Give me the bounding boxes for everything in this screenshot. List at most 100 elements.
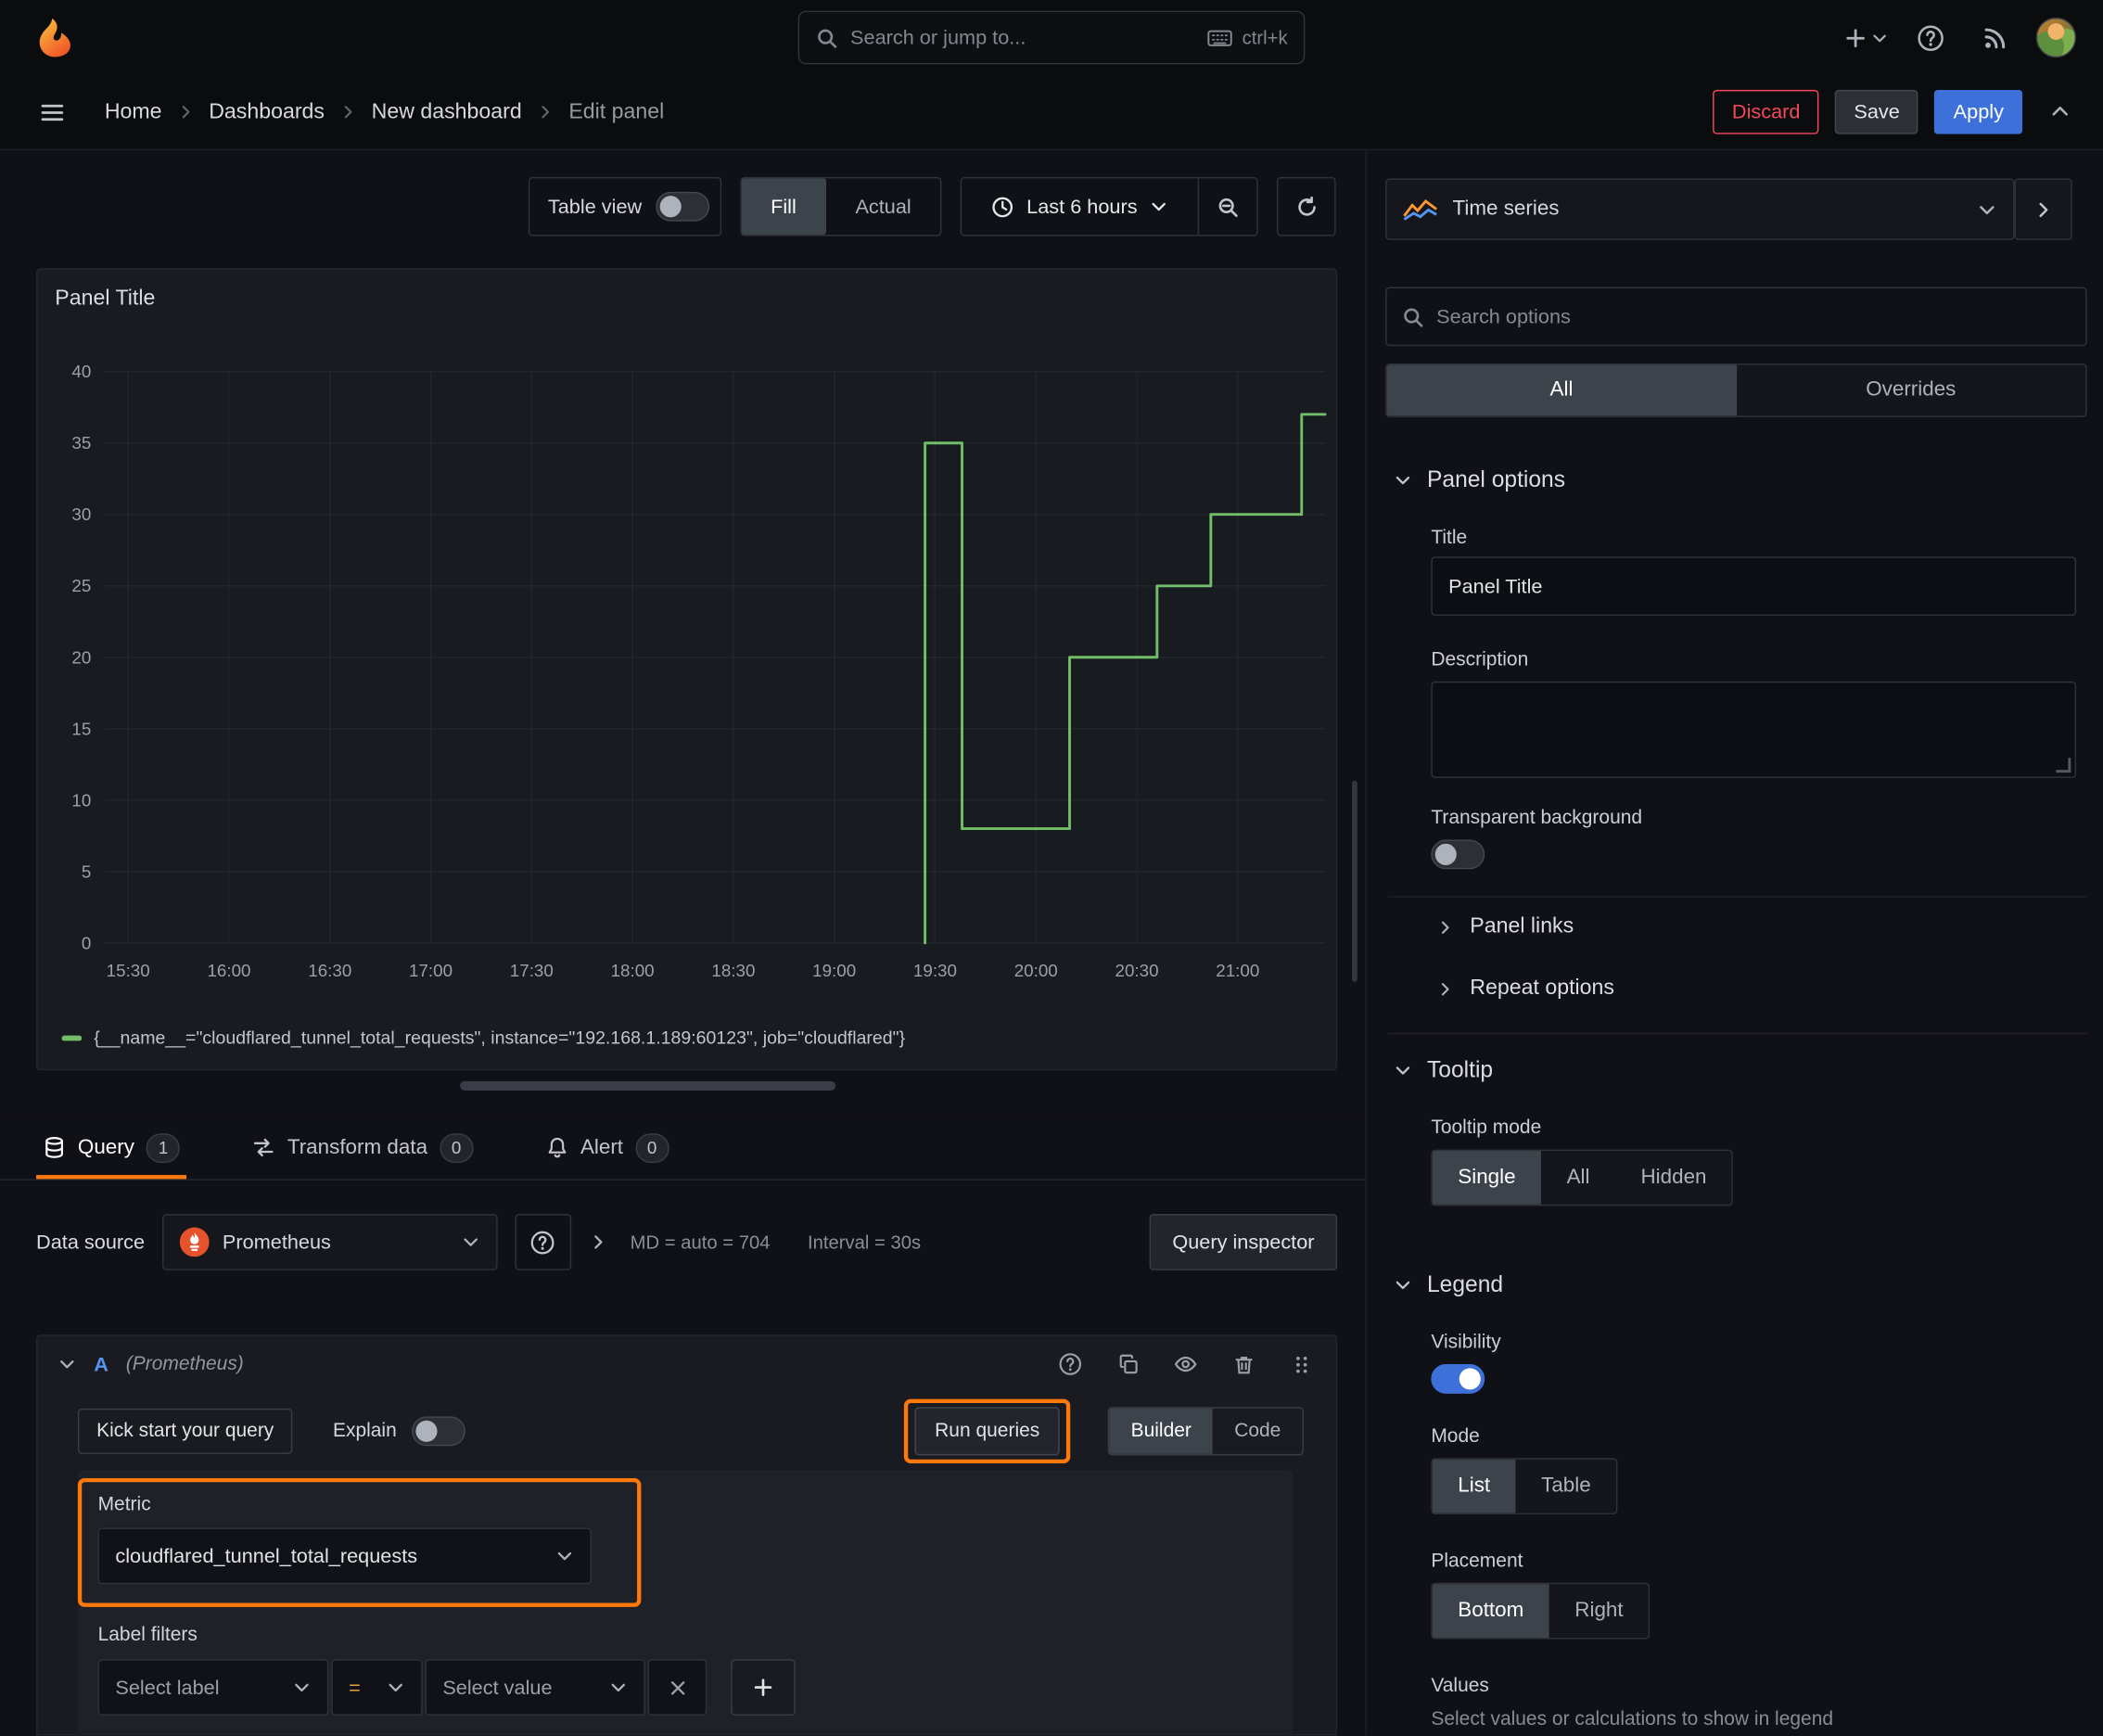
legend-series-swatch[interactable] xyxy=(61,1034,83,1040)
grafana-logo-icon[interactable] xyxy=(32,15,78,60)
kick-start-query-button[interactable]: Kick start your query xyxy=(77,1408,293,1454)
legend-values-help: Select values or calculations to show in… xyxy=(1431,1708,1834,1730)
panel-view-toolbar: Table view Fill Actual Last 6 hours xyxy=(528,176,1336,236)
remove-filter-button[interactable] xyxy=(647,1659,707,1716)
description-textarea[interactable] xyxy=(1431,681,2077,778)
search-placeholder: Search or jump to... xyxy=(850,26,1026,49)
drag-handle-icon xyxy=(1290,1353,1313,1376)
query-ref-id: A xyxy=(94,1352,108,1376)
time-range-picker[interactable]: Last 6 hours xyxy=(962,178,1198,235)
visibility-label: Visibility xyxy=(1431,1332,1501,1354)
user-avatar[interactable] xyxy=(2035,17,2077,58)
breadcrumb-home[interactable]: Home xyxy=(105,100,162,124)
breadcrumb: Home Dashboards New dashboard Edit panel xyxy=(105,100,664,124)
transparent-background-switch[interactable] xyxy=(1431,839,1485,870)
query-help-button[interactable] xyxy=(1055,1349,1085,1379)
time-range-group: Last 6 hours xyxy=(961,176,1258,236)
drag-handle[interactable] xyxy=(1286,1349,1316,1379)
fill-option[interactable]: Fill xyxy=(741,178,826,236)
question-circle-icon xyxy=(530,1230,555,1255)
run-queries-button[interactable]: Run queries xyxy=(914,1407,1060,1456)
legend-series-label[interactable]: {__name__="cloudflared_tunnel_total_requ… xyxy=(94,1028,905,1048)
table-view-switch[interactable] xyxy=(655,191,709,222)
actual-option[interactable]: Actual xyxy=(826,178,941,235)
tooltip-mode-single[interactable]: Single xyxy=(1432,1151,1542,1205)
repeat-options-section[interactable]: Repeat options xyxy=(1436,976,1614,1001)
operator-dropdown[interactable]: = xyxy=(331,1659,423,1716)
legend-placement-bottom[interactable]: Bottom xyxy=(1432,1584,1549,1639)
select-value-dropdown[interactable]: Select value xyxy=(425,1659,645,1716)
viz-suggestions-button[interactable] xyxy=(2014,178,2072,240)
tab-transform-data[interactable]: Transform data 0 xyxy=(246,1116,479,1179)
transparent-background-label: Transparent background xyxy=(1431,807,1643,829)
menu-icon xyxy=(39,98,66,125)
panel-options-section-header[interactable]: Panel options xyxy=(1394,466,1565,493)
apply-button[interactable]: Apply xyxy=(1934,89,2023,134)
chevron-right-icon xyxy=(339,103,357,121)
trash-icon xyxy=(1232,1353,1255,1376)
menu-toggle-button[interactable] xyxy=(32,92,72,132)
legend-section-header[interactable]: Legend xyxy=(1394,1271,1503,1298)
discard-button[interactable]: Discard xyxy=(1713,89,1819,134)
keyboard-icon xyxy=(1207,28,1232,48)
svg-text:10: 10 xyxy=(71,790,91,810)
code-option[interactable]: Code xyxy=(1213,1409,1302,1454)
vertical-scrollbar[interactable] xyxy=(1352,780,1357,982)
options-pane: Time series Search options All Overrides… xyxy=(1365,150,2103,1736)
panel-options-title: Panel options xyxy=(1427,466,1566,492)
duplicate-query-button[interactable] xyxy=(1114,1349,1143,1379)
operator-value: = xyxy=(349,1676,361,1699)
datasource-picker[interactable]: Prometheus xyxy=(161,1214,498,1270)
help-button[interactable] xyxy=(1907,15,1953,60)
tab-alert[interactable]: Alert 0 xyxy=(539,1116,675,1179)
chevron-down-icon[interactable] xyxy=(57,1355,76,1373)
explain-switch[interactable] xyxy=(411,1416,465,1447)
refresh-button[interactable] xyxy=(1277,176,1336,236)
builder-option[interactable]: Builder xyxy=(1109,1408,1214,1454)
news-button[interactable] xyxy=(1971,15,2017,60)
legend-visibility-switch[interactable] xyxy=(1431,1364,1485,1394)
panel-title-input[interactable]: Panel Title xyxy=(1431,556,2077,616)
save-button[interactable]: Save xyxy=(1835,89,1919,134)
svg-text:20:00: 20:00 xyxy=(1014,961,1058,980)
datasource-value: Prometheus xyxy=(222,1231,331,1254)
panel-links-section[interactable]: Panel links xyxy=(1436,914,1574,938)
toggle-query-visibility-button[interactable] xyxy=(1171,1349,1201,1379)
breadcrumb-dashboards[interactable]: Dashboards xyxy=(209,100,325,124)
tooltip-mode-group: Single All Hidden xyxy=(1431,1149,1734,1206)
collapse-header-button[interactable] xyxy=(2049,100,2071,124)
options-search-input[interactable]: Search options xyxy=(1385,287,2087,347)
query-options-expand[interactable] xyxy=(589,1232,607,1251)
datasource-help-button[interactable] xyxy=(515,1214,571,1270)
svg-text:35: 35 xyxy=(71,433,91,453)
metric-select[interactable]: cloudflared_tunnel_total_requests xyxy=(97,1527,592,1585)
tab-all[interactable]: All xyxy=(1386,364,1737,416)
query-count-badge: 1 xyxy=(146,1132,181,1163)
visualization-picker[interactable]: Time series xyxy=(1385,178,2015,240)
add-filter-button[interactable] xyxy=(731,1659,796,1716)
breadcrumb-new-dashboard[interactable]: New dashboard xyxy=(372,100,522,124)
select-label-dropdown[interactable]: Select label xyxy=(97,1659,329,1716)
horizontal-scrollbar[interactable] xyxy=(460,1080,836,1091)
global-search[interactable]: Search or jump to... ctrl+k xyxy=(797,10,1306,65)
chevron-down-icon xyxy=(1977,199,1997,220)
zoom-out-button[interactable] xyxy=(1197,178,1257,236)
new-menu-button[interactable] xyxy=(1844,26,1889,49)
datasource-row: Data source Prometheus MD = auto = 704 I… xyxy=(36,1214,1338,1270)
legend-mode-table[interactable]: Table xyxy=(1516,1460,1617,1513)
tooltip-section-header[interactable]: Tooltip xyxy=(1394,1057,1493,1084)
query-inspector-button[interactable]: Query inspector xyxy=(1149,1214,1338,1270)
table-view-toggle[interactable]: Table view xyxy=(528,176,721,236)
grafana-edit-panel-page: Search or jump to... ctrl+k Home Dashboa… xyxy=(0,0,2103,1736)
tooltip-mode-all[interactable]: All xyxy=(1541,1151,1615,1205)
query-row-actions xyxy=(1055,1349,1316,1379)
refresh-icon xyxy=(1295,195,1319,218)
tab-query-label: Query xyxy=(77,1135,134,1158)
tab-query[interactable]: Query 1 xyxy=(36,1116,187,1180)
delete-query-button[interactable] xyxy=(1229,1349,1258,1379)
legend-placement-right[interactable]: Right xyxy=(1549,1584,1649,1638)
tab-overrides[interactable]: Overrides xyxy=(1736,364,2085,415)
legend-mode-list[interactable]: List xyxy=(1432,1459,1516,1513)
tooltip-mode-hidden[interactable]: Hidden xyxy=(1615,1151,1732,1205)
legend-placement-label: Placement xyxy=(1431,1551,1523,1573)
